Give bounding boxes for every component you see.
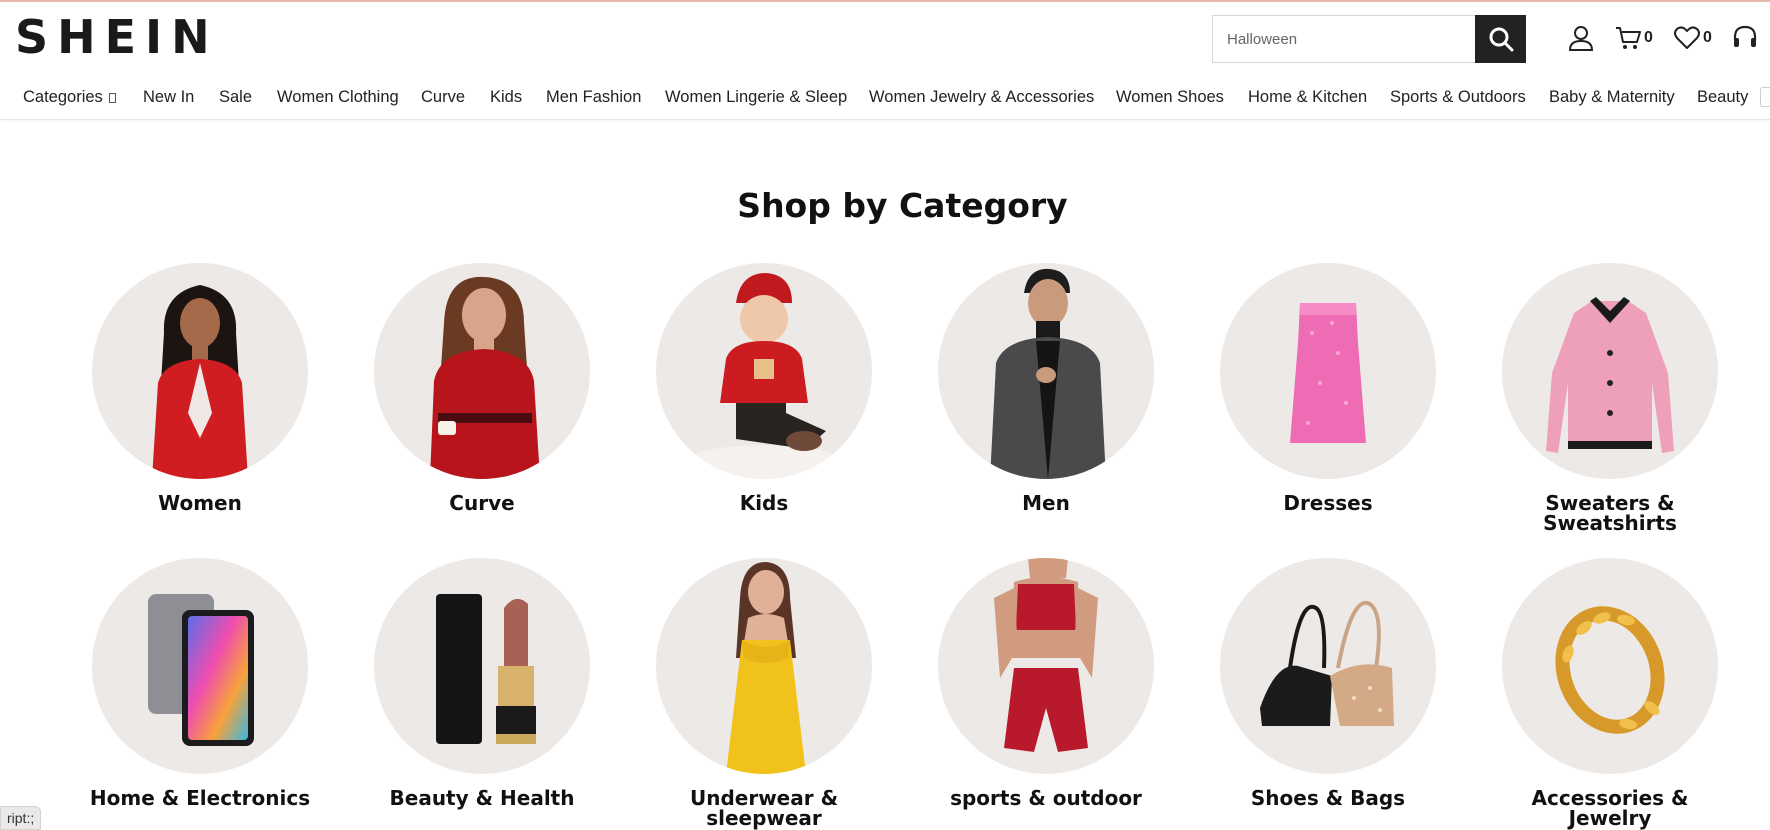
cart-icon: [1616, 27, 1641, 49]
yellow-slip-dress-image: [656, 558, 872, 774]
nav-item-men-fashion[interactable]: Men Fashion: [546, 87, 641, 107]
cart-button[interactable]: 0: [1614, 24, 1653, 52]
red-sweater-woman-image: [374, 263, 590, 479]
search-button[interactable]: [1475, 15, 1526, 63]
support-button[interactable]: [1731, 24, 1759, 52]
nav-item-women-shoes[interactable]: Women Shoes: [1116, 87, 1224, 107]
category-accessories-jewelry[interactable]: Accessories & Jewelry: [1480, 558, 1740, 828]
category-label: Sweaters & Sweatshirts: [1543, 491, 1677, 535]
browser-status-bar: ript:;: [0, 806, 42, 830]
wishlist-count: 0: [1703, 29, 1712, 46]
category-label: Home & Electronics: [89, 786, 311, 810]
wishlist-button[interactable]: 0: [1673, 24, 1712, 52]
page-title: Shop by Category: [737, 186, 1068, 225]
tablet-image: [92, 558, 308, 774]
search-icon: [1489, 27, 1513, 52]
user-icon: [1568, 26, 1594, 51]
cart-count: 0: [1644, 29, 1653, 46]
category-label: sports & outdoor: [950, 786, 1142, 810]
category-label: Dresses: [1283, 491, 1373, 515]
nav-item-home-kitchen[interactable]: Home & Kitchen: [1248, 87, 1367, 107]
shein-logo[interactable]: SHEIN: [15, 12, 219, 62]
category-shoes-bags[interactable]: Shoes & Bags: [1198, 558, 1458, 808]
nav-item-beauty[interactable]: Beauty: [1697, 87, 1748, 107]
nav-item-women-jewelry[interactable]: Women Jewelry & Accessories: [869, 87, 1094, 107]
nav-scroll-arrow[interactable]: [1760, 87, 1770, 107]
category-label: Men: [1022, 491, 1070, 515]
category-label: Women: [158, 491, 242, 515]
category-label: Accessories & Jewelry: [1531, 786, 1689, 830]
nav-item-label: Categories: [23, 88, 108, 106]
nav-item-baby-maternity[interactable]: Baby & Maternity: [1549, 87, 1675, 107]
handbags-image: [1220, 558, 1436, 774]
category-label: Shoes & Bags: [1250, 786, 1406, 810]
nav-item-women-clothing[interactable]: Women Clothing: [277, 87, 399, 107]
lipstick-image: [374, 558, 590, 774]
category-label: Beauty & Health: [389, 786, 575, 810]
category-dresses[interactable]: Dresses: [1198, 263, 1458, 513]
category-nav-bar: Categories New In Sale Women Clothing Cu…: [0, 70, 1770, 120]
nav-item-categories[interactable]: Categories: [23, 87, 117, 107]
category-label: Curve: [449, 491, 515, 515]
site-header: SHEIN 0 0: [0, 2, 1770, 70]
category-label: Kids: [739, 491, 789, 515]
gold-ring-image: [1502, 558, 1718, 774]
nav-item-curve[interactable]: Curve: [421, 87, 465, 107]
red-sportswear-image: [938, 558, 1154, 774]
search-input[interactable]: [1212, 15, 1476, 63]
grey-blazer-man-image: [938, 263, 1154, 479]
pink-sequin-dress-image: [1220, 263, 1436, 479]
pink-cardigan-image: [1502, 263, 1718, 479]
nav-item-sports-outdoors[interactable]: Sports & Outdoors: [1390, 87, 1526, 107]
headset-icon: [1733, 25, 1757, 47]
nav-item-sale[interactable]: Sale: [219, 87, 252, 107]
category-women[interactable]: Women: [70, 263, 330, 513]
toddler-red-sweater-image: [656, 263, 872, 479]
category-sweaters-sweatshirts[interactable]: Sweaters & Sweatshirts: [1480, 263, 1740, 533]
category-men[interactable]: Men: [916, 263, 1176, 513]
category-label: Underwear & sleepwear: [689, 786, 839, 830]
category-sports-outdoor[interactable]: sports & outdoor: [916, 558, 1176, 808]
category-underwear-sleepwear[interactable]: Underwear & sleepwear: [634, 558, 894, 828]
category-home-electronics[interactable]: Home & Electronics: [70, 558, 330, 808]
dropdown-icon: [109, 93, 117, 103]
nav-item-kids[interactable]: Kids: [490, 87, 522, 107]
account-button[interactable]: [1567, 24, 1595, 52]
category-beauty-health[interactable]: Beauty & Health: [352, 558, 612, 808]
category-kids[interactable]: Kids: [634, 263, 894, 513]
nav-item-women-lingerie[interactable]: Women Lingerie & Sleep: [665, 87, 847, 107]
nav-item-new-in[interactable]: New In: [143, 87, 194, 107]
red-blazer-woman-image: [92, 263, 308, 479]
heart-icon: [1674, 26, 1700, 49]
category-curve[interactable]: Curve: [352, 263, 612, 513]
